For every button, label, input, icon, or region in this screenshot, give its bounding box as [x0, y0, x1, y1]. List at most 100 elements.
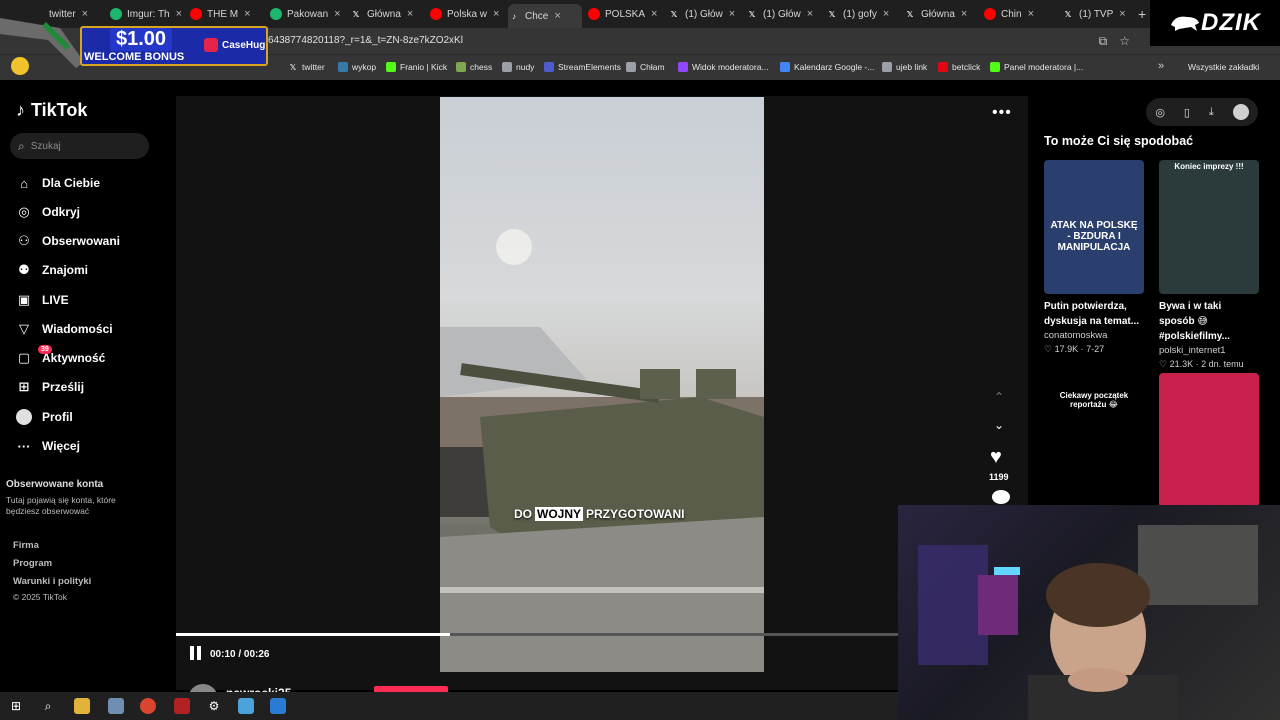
bookmark-label: twitter: [302, 62, 325, 72]
recommended-video-card[interactable]: ATAK NA POLSKĘ - BZDURA I MANIPULACJA Put…: [1044, 160, 1144, 355]
browser-tab[interactable]: Pakowan ×: [270, 4, 344, 24]
search-input[interactable]: [30, 140, 131, 152]
url-text[interactable]: 64387748201​18?_r=1&_t=ZN-8ze7kZO2xKl: [268, 35, 463, 46]
browser-tab[interactable]: 𝕏 (1) Głów ×: [746, 4, 820, 24]
x-icon: 𝕏: [1064, 9, 1072, 19]
bookmark-item[interactable]: chess: [456, 62, 492, 72]
wykop-icon: [338, 62, 348, 72]
bookmark-item[interactable]: Panel moderatora |...: [990, 62, 1083, 72]
windows-start-icon[interactable]: ⊞: [8, 698, 24, 714]
browser-tab[interactable]: 𝕏 Główna ×: [904, 4, 978, 24]
close-tab-icon[interactable]: ×: [334, 8, 340, 20]
download-icon[interactable]: ⤓: [1209, 106, 1214, 119]
next-video-icon[interactable]: ⌄: [994, 418, 1004, 432]
close-tab-icon[interactable]: ×: [554, 10, 560, 22]
previous-video-icon[interactable]: ⌃: [994, 390, 1004, 404]
caption-word-3: PRZYGOTOWANI: [586, 507, 685, 521]
bookmark-item[interactable]: Kalendarz Google -...: [780, 62, 874, 72]
nav-item-home[interactable]: ⌂ Dla Ciebie: [16, 173, 100, 193]
close-tab-icon[interactable]: ×: [651, 8, 657, 20]
recommended-video-card[interactable]: Koniec imprezy !!! Bywa i w taki sposób 😅…: [1159, 160, 1259, 370]
footer-link-program[interactable]: Program: [13, 558, 52, 569]
bookmark-item[interactable]: 𝕏twitter: [288, 62, 325, 72]
search-taskbar-icon[interactable]: ⌕: [40, 698, 56, 714]
tiktok-logo[interactable]: ♪ TikTok: [16, 100, 87, 121]
obs-icon[interactable]: [174, 698, 190, 714]
browser-tab[interactable]: Chin ×: [984, 4, 1058, 24]
chrome-taskbar-icon[interactable]: [140, 698, 156, 714]
search-box[interactable]: ⌕: [10, 133, 149, 159]
nav-item-live[interactable]: ▣ LIVE: [16, 290, 69, 310]
close-tab-icon[interactable]: ×: [883, 8, 889, 20]
video-progress-bar[interactable]: [176, 633, 898, 636]
close-tab-icon[interactable]: ×: [1028, 8, 1034, 20]
video-frame[interactable]: [440, 97, 764, 672]
nav-item-activity[interactable]: ▢ 39 Aktywność: [16, 345, 105, 368]
close-tab-icon[interactable]: ×: [1119, 8, 1125, 20]
browser-tab[interactable]: 𝕏 (1) gofy ×: [826, 4, 900, 24]
close-tab-icon[interactable]: ×: [807, 8, 813, 20]
nav-item-upload[interactable]: ⊞ Prześlij: [16, 377, 84, 397]
browser-tab[interactable]: POLSKA ×: [588, 4, 662, 24]
bookmarks-overflow-icon[interactable]: »: [1158, 60, 1164, 72]
video-thumbnail[interactable]: Ciekawy początek reportażu 😂: [1044, 385, 1144, 481]
bookmark-item[interactable]: Chłam: [626, 62, 665, 72]
bookmark-item[interactable]: nudy: [502, 62, 534, 72]
bookmark-item[interactable]: Franio | Kick: [386, 62, 447, 72]
browser-tab[interactable]: ♪ Chce ×: [508, 4, 582, 28]
activity-icon: ▢ 39: [16, 345, 52, 366]
user-avatar[interactable]: [1232, 104, 1249, 120]
globe-icon: [626, 62, 636, 72]
phone-icon[interactable]: ▯: [1184, 106, 1190, 119]
close-tab-icon[interactable]: ×: [961, 8, 967, 20]
home-icon: ⌂: [20, 175, 28, 191]
footer-link-company[interactable]: Firma: [13, 540, 39, 551]
bookmark-item[interactable]: StreamElements: [544, 62, 621, 72]
nav-item-more[interactable]: ··· Więcej: [16, 436, 80, 456]
video-thumbnail[interactable]: [1159, 373, 1259, 507]
browser-tab[interactable]: Polska w ×: [430, 4, 504, 24]
bookmark-star-icon[interactable]: ☆: [1119, 34, 1130, 49]
app2-icon[interactable]: [238, 698, 254, 714]
new-tab-button[interactable]: +: [1138, 6, 1146, 22]
close-tab-icon[interactable]: ×: [407, 8, 413, 20]
settings-icon[interactable]: ⚙: [206, 698, 222, 714]
meta-separator: ·: [1193, 359, 1202, 369]
recommendation-toolbar: ◎ ▯ ⤓: [1146, 98, 1258, 126]
recommended-video-card[interactable]: [1159, 373, 1259, 507]
comment-icon[interactable]: [992, 490, 1010, 504]
theme-icon[interactable]: ◎: [1155, 106, 1165, 119]
app-icon[interactable]: [108, 698, 124, 714]
browser-tab[interactable]: 𝕏 Główna ×: [350, 4, 424, 24]
tab-title: Chce: [525, 10, 549, 22]
file-explorer-icon[interactable]: [74, 698, 90, 714]
footer-link-terms[interactable]: Warunki i polityki: [13, 576, 91, 587]
video-thumbnail[interactable]: ATAK NA POLSKĘ - BZDURA I MANIPULACJA: [1044, 160, 1144, 294]
card-author[interactable]: conatomoskwa: [1044, 330, 1144, 341]
close-tab-icon[interactable]: ×: [729, 8, 735, 20]
nav-item-compass[interactable]: ◎ Odkryj: [16, 202, 80, 222]
install-app-icon[interactable]: ⧉: [1099, 34, 1108, 49]
card-title[interactable]: Bywa i w taki sposób 😅#polskiefilmy...: [1159, 299, 1259, 344]
bookmark-item[interactable]: wykop: [338, 62, 376, 72]
browser-tab[interactable]: 𝕏 (1) Głów ×: [668, 4, 742, 24]
close-tab-icon[interactable]: ×: [493, 8, 499, 20]
all-bookmarks-folder[interactable]: Wszystkie zakładki: [1188, 62, 1259, 72]
nav-item-message[interactable]: ▽ Wiadomości: [16, 319, 113, 339]
bookmark-item[interactable]: betclick: [938, 62, 980, 72]
pause-button[interactable]: [190, 646, 204, 662]
recommended-video-card[interactable]: Ciekawy początek reportażu 😂: [1044, 373, 1144, 481]
card-title[interactable]: Putin potwierdza, dyskusja na temat...: [1044, 299, 1144, 329]
nav-item-friends[interactable]: ⚉ Znajomi: [16, 260, 88, 280]
card-date: 7-27: [1086, 344, 1105, 354]
like-icon[interactable]: ♥: [990, 446, 1002, 469]
more-options-icon[interactable]: •••: [992, 104, 1012, 122]
card-author[interactable]: polski_internet1: [1159, 345, 1259, 356]
nav-item-profile[interactable]: Profil: [16, 407, 73, 427]
bookmark-item[interactable]: Widok moderatora...: [678, 62, 769, 72]
video-thumbnail[interactable]: Koniec imprezy !!!: [1159, 160, 1259, 294]
bookmark-item[interactable]: ujeb link: [882, 62, 927, 72]
nav-item-user-follow[interactable]: ⚇ Obserwowani: [16, 231, 120, 251]
browser-tab[interactable]: 𝕏 (1) TVP ×: [1062, 4, 1136, 24]
app3-icon[interactable]: [270, 698, 286, 714]
